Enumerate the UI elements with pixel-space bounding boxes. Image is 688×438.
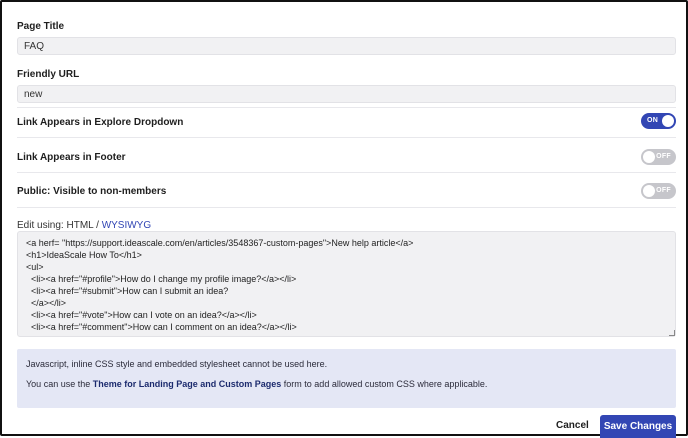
- notice-line-1: Javascript, inline CSS style and embedde…: [26, 359, 328, 369]
- toggle-state-text: OFF: [656, 153, 671, 160]
- divider: [17, 172, 676, 173]
- custom-page-form: Page Title FAQ Friendly URL new Link App…: [0, 0, 688, 438]
- save-changes-button[interactable]: Save Changes: [600, 415, 676, 438]
- footer-toggle[interactable]: OFF: [641, 149, 676, 165]
- editor-mode-wysiwyg-link[interactable]: WYSIWYG: [102, 220, 151, 231]
- divider: [17, 137, 676, 138]
- html-editor-textarea[interactable]: <a herf= "https://support.ideascale.com/…: [17, 231, 676, 337]
- toggle-state-text: OFF: [656, 187, 671, 194]
- theme-settings-link[interactable]: Theme for Landing Page and Custom Pages: [93, 379, 282, 389]
- notice-text-post: form to add allowed custom CSS where app…: [283, 379, 488, 389]
- public-label: Public: Visible to non-members: [17, 186, 167, 197]
- toggle-knob: [662, 115, 674, 127]
- divider: [17, 207, 676, 208]
- explore-dropdown-label: Link Appears in Explore Dropdown: [17, 117, 184, 128]
- friendly-url-input[interactable]: new: [17, 85, 676, 103]
- resize-handle-icon[interactable]: [669, 330, 675, 336]
- toggle-knob: [643, 185, 655, 197]
- divider: [17, 107, 676, 108]
- editor-mode-separator: /: [96, 220, 99, 231]
- page-title-input[interactable]: FAQ: [17, 37, 676, 55]
- toggle-knob: [643, 151, 655, 163]
- toggle-state-text: ON: [647, 117, 659, 124]
- footer-label: Link Appears in Footer: [17, 152, 126, 163]
- friendly-url-label: Friendly URL: [17, 69, 80, 80]
- editor-mode-switch: Edit using: HTML / WYSIWYG: [17, 220, 151, 231]
- explore-dropdown-toggle[interactable]: ON: [641, 113, 676, 129]
- editor-mode-html: HTML: [66, 220, 94, 231]
- page-title-label: Page Title: [17, 21, 65, 32]
- cancel-button[interactable]: Cancel: [556, 420, 589, 431]
- editor-mode-prefix: Edit using:: [17, 220, 64, 231]
- notice-text-pre: You can use the: [26, 379, 91, 389]
- notice-line-2: You can use the Theme for Landing Page a…: [26, 379, 487, 389]
- info-notice: Javascript, inline CSS style and embedde…: [17, 349, 676, 408]
- public-toggle[interactable]: OFF: [641, 183, 676, 199]
